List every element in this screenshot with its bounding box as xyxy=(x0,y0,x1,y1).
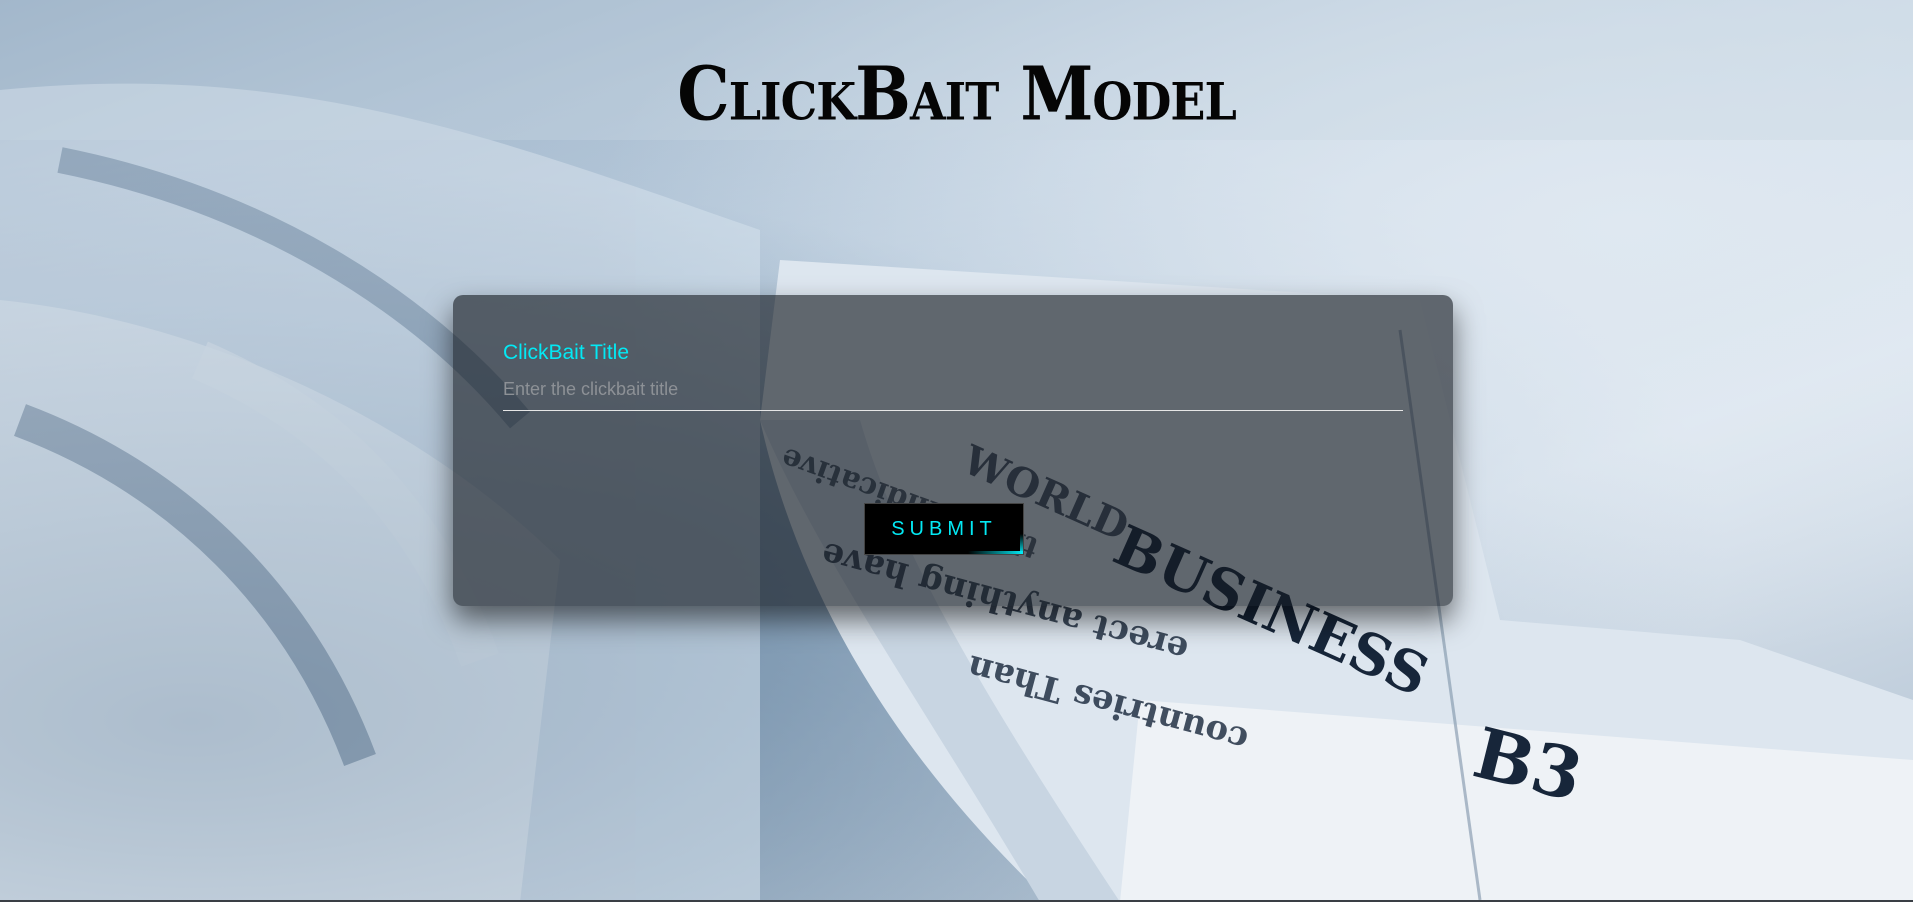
submit-accent-line-vertical xyxy=(1020,534,1023,554)
clickbait-form-card: ClickBait Title SUBMIT xyxy=(453,295,1453,606)
clickbait-title-input[interactable] xyxy=(503,375,1403,411)
page-title: ClickBait Model xyxy=(677,50,1237,138)
clickbait-title-label: ClickBait Title xyxy=(503,341,630,364)
submit-accent-line xyxy=(968,551,1023,554)
submit-button-label: SUBMIT xyxy=(891,518,997,540)
submit-button[interactable]: SUBMIT xyxy=(864,503,1024,555)
